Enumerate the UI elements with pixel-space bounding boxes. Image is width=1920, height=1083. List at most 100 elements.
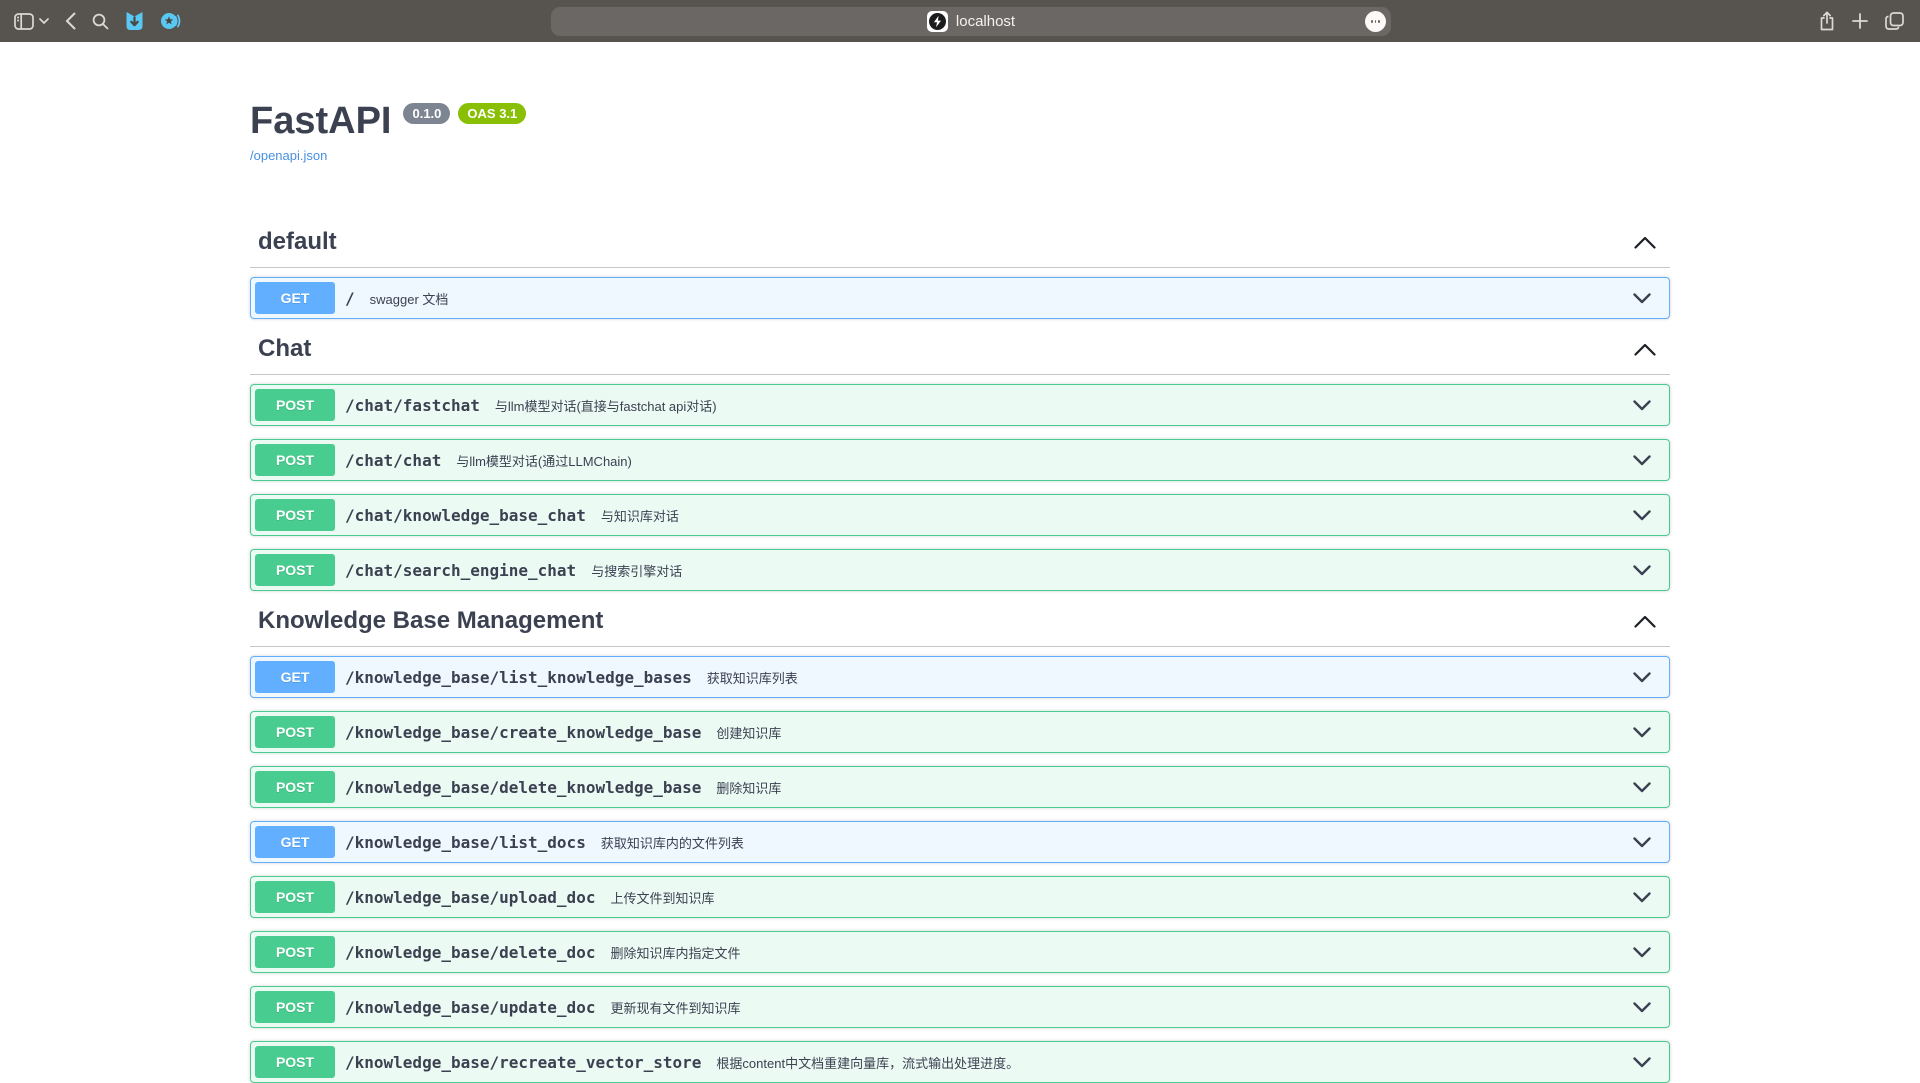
- chevron-up-icon: [1634, 343, 1656, 356]
- sidebar-toggle-icon: [14, 13, 34, 30]
- section-title: Chat: [258, 334, 311, 364]
- endpoint-path: /knowledge_base/update_doc: [345, 998, 595, 1017]
- endpoint-row[interactable]: POST /knowledge_base/create_knowledge_ba…: [250, 711, 1670, 753]
- method-badge: POST: [255, 716, 335, 748]
- endpoint-description: 创建知识库: [716, 723, 781, 742]
- section-endpoints: GET / swagger 文档: [250, 277, 1670, 319]
- api-title-text: FastAPI: [250, 100, 391, 142]
- back-button[interactable]: [65, 12, 76, 30]
- endpoint-row[interactable]: GET / swagger 文档: [250, 277, 1670, 319]
- method-badge: POST: [255, 936, 335, 968]
- method-badge: POST: [255, 554, 335, 586]
- tabs-overview-button[interactable]: [1885, 12, 1904, 30]
- endpoint-path: /chat/knowledge_base_chat: [345, 506, 586, 525]
- endpoint-description: 与llm模型对话(通过LLMChain): [456, 451, 632, 470]
- search-icon: [92, 13, 109, 30]
- endpoint-row[interactable]: GET /knowledge_base/list_docs 获取知识库内的文件列…: [250, 821, 1670, 863]
- section-header[interactable]: Chat: [250, 332, 1670, 375]
- chevron-down-icon[interactable]: [1633, 1002, 1651, 1013]
- endpoint-row[interactable]: POST /knowledge_base/update_doc 更新现有文件到知…: [250, 986, 1670, 1028]
- endpoint-row[interactable]: POST /chat/chat 与llm模型对话(通过LLMChain): [250, 439, 1670, 481]
- endpoint-row[interactable]: POST /knowledge_base/delete_knowledge_ba…: [250, 766, 1670, 808]
- search-toolbar-button[interactable]: [92, 13, 109, 30]
- chevron-down-icon[interactable]: [1633, 455, 1651, 466]
- endpoint-description: 上传文件到知识库: [610, 888, 714, 907]
- api-section: Chat POST /chat/fastchat 与llm模型对话(直接与fas…: [250, 332, 1670, 591]
- endpoint-description: 删除知识库内指定文件: [610, 943, 740, 962]
- endpoint-path: /knowledge_base/delete_knowledge_base: [345, 778, 701, 797]
- toolbar-left-cluster: [14, 0, 182, 42]
- section-title: default: [258, 227, 337, 257]
- api-section: default GET / swagger 文档: [250, 225, 1670, 319]
- endpoint-row[interactable]: POST /chat/fastchat 与llm模型对话(直接与fastchat…: [250, 384, 1670, 426]
- endpoint-description: 获取知识库内的文件列表: [601, 833, 744, 852]
- tabs-overview-icon: [1885, 12, 1904, 30]
- extension-live-icon: [160, 11, 182, 31]
- section-title: Knowledge Base Management: [258, 606, 603, 636]
- extension-bookmark-button[interactable]: [125, 11, 144, 31]
- endpoint-row[interactable]: POST /chat/knowledge_base_chat 与知识库对话: [250, 494, 1670, 536]
- endpoint-row[interactable]: POST /chat/search_engine_chat 与搜索引擎对话: [250, 549, 1670, 591]
- new-tab-icon: [1852, 13, 1868, 29]
- chevron-down-icon[interactable]: [1633, 782, 1651, 793]
- method-badge: POST: [255, 499, 335, 531]
- chevron-down-icon[interactable]: [1633, 672, 1651, 683]
- endpoint-description: 获取知识库列表: [707, 668, 798, 687]
- endpoint-path: /knowledge_base/upload_doc: [345, 888, 595, 907]
- endpoint-path: /: [345, 289, 355, 308]
- address-bar[interactable]: localhost: [551, 7, 1391, 36]
- chevron-down-icon[interactable]: [1633, 837, 1651, 848]
- chevron-down-icon: [39, 18, 49, 24]
- chevron-down-icon[interactable]: [1633, 293, 1651, 304]
- sidebar-toggle-button[interactable]: [14, 13, 34, 30]
- section-header[interactable]: default: [250, 225, 1670, 268]
- extension-live-button[interactable]: [160, 11, 182, 31]
- method-badge: POST: [255, 881, 335, 913]
- method-badge: POST: [255, 771, 335, 803]
- back-icon: [65, 12, 76, 30]
- endpoint-path: /knowledge_base/create_knowledge_base: [345, 723, 701, 742]
- chevron-down-icon[interactable]: [1633, 1057, 1651, 1068]
- extension-bookmark-icon: [125, 11, 144, 31]
- endpoint-row[interactable]: POST /knowledge_base/delete_doc 删除知识库内指定…: [250, 931, 1670, 973]
- chevron-down-icon[interactable]: [1633, 727, 1651, 738]
- openapi-spec-link[interactable]: /openapi.json: [250, 148, 327, 163]
- collapse-section-button[interactable]: [1620, 615, 1670, 628]
- endpoint-path: /chat/chat: [345, 451, 441, 470]
- endpoint-description: 根据content中文档重建向量库，流式输出处理进度。: [716, 1053, 1019, 1072]
- method-badge: GET: [255, 282, 335, 314]
- endpoint-path: /chat/fastchat: [345, 396, 480, 415]
- page-menu-button[interactable]: [1365, 11, 1386, 32]
- endpoint-description: 与llm模型对话(直接与fastchat api对话): [495, 396, 717, 415]
- share-button[interactable]: [1819, 11, 1835, 31]
- chevron-down-icon[interactable]: [1633, 400, 1651, 411]
- method-badge: POST: [255, 389, 335, 421]
- endpoint-row[interactable]: POST /knowledge_base/recreate_vector_sto…: [250, 1041, 1670, 1083]
- endpoint-description: 与搜索引擎对话: [591, 561, 682, 580]
- version-badge: 0.1.0: [403, 103, 450, 124]
- new-tab-button[interactable]: [1852, 13, 1868, 29]
- collapse-section-button[interactable]: [1620, 343, 1670, 356]
- endpoint-path: /knowledge_base/list_docs: [345, 833, 586, 852]
- section-header[interactable]: Knowledge Base Management: [250, 604, 1670, 647]
- collapse-section-button[interactable]: [1620, 236, 1670, 249]
- endpoint-path: /knowledge_base/recreate_vector_store: [345, 1053, 701, 1072]
- api-section: Knowledge Base Management GET /knowledge…: [250, 604, 1670, 1083]
- chevron-down-icon[interactable]: [1633, 565, 1651, 576]
- method-badge: GET: [255, 826, 335, 858]
- chevron-down-icon[interactable]: [1633, 510, 1651, 521]
- chevron-up-icon: [1634, 236, 1656, 249]
- chevron-up-icon: [1634, 615, 1656, 628]
- endpoint-row[interactable]: POST /knowledge_base/upload_doc 上传文件到知识库: [250, 876, 1670, 918]
- endpoint-path: /chat/search_engine_chat: [345, 561, 576, 580]
- endpoint-path: /knowledge_base/list_knowledge_bases: [345, 668, 692, 687]
- method-badge: POST: [255, 991, 335, 1023]
- oas-badge: OAS 3.1: [458, 103, 526, 124]
- section-endpoints: GET /knowledge_base/list_knowledge_bases…: [250, 656, 1670, 1083]
- sidebar-menu-button[interactable]: [39, 18, 49, 24]
- chevron-down-icon[interactable]: [1633, 892, 1651, 903]
- share-icon: [1819, 11, 1835, 31]
- chevron-down-icon[interactable]: [1633, 947, 1651, 958]
- endpoint-description: 删除知识库: [716, 778, 781, 797]
- endpoint-row[interactable]: GET /knowledge_base/list_knowledge_bases…: [250, 656, 1670, 698]
